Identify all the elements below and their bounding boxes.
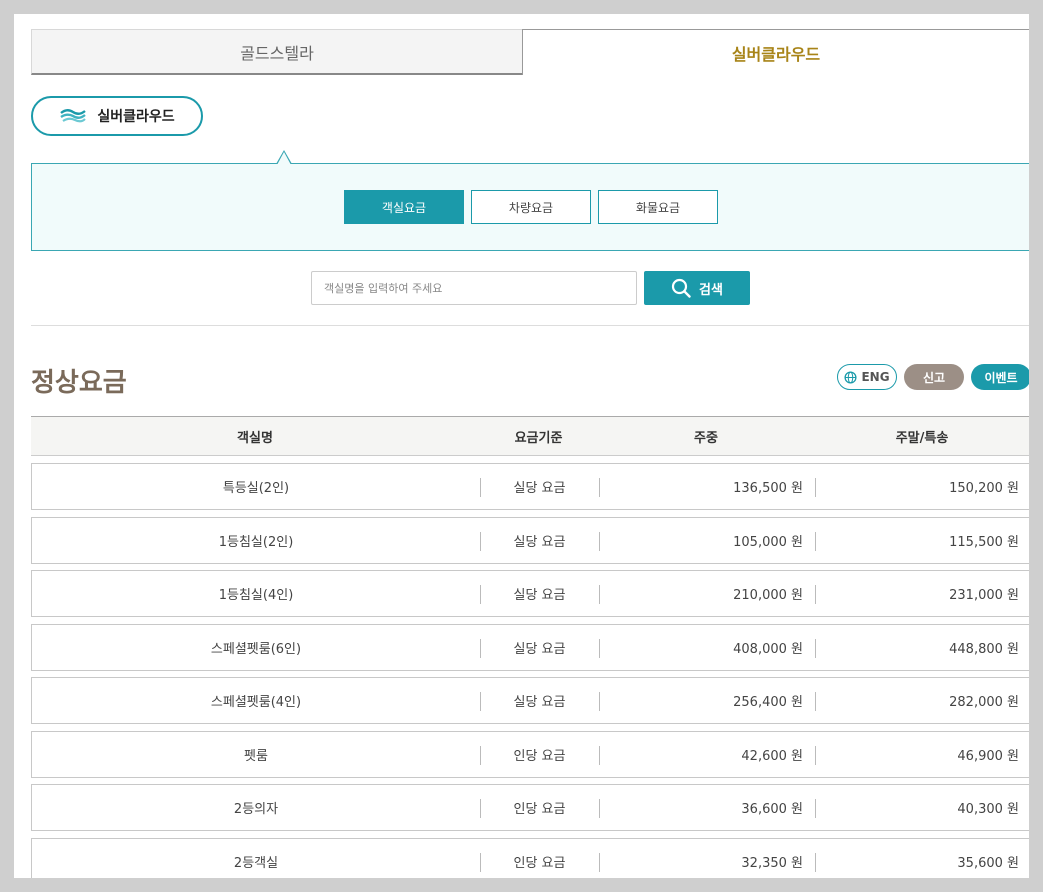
- weekday-price-cell: 36,600 원: [741, 802, 803, 817]
- weekday-price-cell: 42,600 원: [741, 748, 803, 764]
- room-name-cell: 1등침실(2인): [218, 534, 294, 550]
- fare-basis-cell: 실당 요금: [513, 588, 566, 603]
- room-name-cell: 특등실(2인): [222, 481, 290, 496]
- room-name-cell: 스페셜펫룸(4인): [210, 695, 302, 710]
- fare-basis-cell: 실당 요금: [513, 481, 566, 496]
- page: 골드스텔라 실버클라우드 실버클라우드 객실요금 차량요금 화물요금 객실명을 …: [14, 14, 1029, 878]
- wave-logo-icon: [60, 109, 87, 123]
- weekend-price-cell: 46,900 원: [957, 748, 1019, 764]
- room-name-cell: 2등객실: [233, 855, 279, 871]
- category-panel: 객실요금 차량요금 화물요금: [31, 163, 1029, 251]
- weekend-price-cell: 115,500 원: [949, 534, 1019, 550]
- room-name-cell: 스페셜펫룸(6인): [210, 641, 302, 657]
- table-row: 특등실(2인) 실당 요금 136,500 원 150,200 원: [31, 463, 1029, 510]
- tab-gold-stella[interactable]: 골드스텔라: [31, 29, 523, 75]
- weekend-price-cell: 231,000 원: [949, 588, 1019, 603]
- category-buttons: 객실요금 차량요금 화물요금: [344, 190, 718, 224]
- tab-silver-cloud[interactable]: 실버클라우드: [522, 29, 1029, 75]
- weekday-price-cell: 32,350 원: [741, 855, 803, 871]
- eng-label: ENG: [861, 370, 890, 384]
- weekday-price-cell: 136,500 원: [733, 481, 803, 496]
- header-weekend: 주말/특송: [895, 430, 949, 446]
- globe-icon: [844, 370, 857, 384]
- weekend-price-cell: 448,800 원: [949, 641, 1019, 657]
- fare-basis-cell: 실당 요금: [513, 641, 566, 657]
- table-row: 1등침실(2인) 실당 요금 105,000 원 115,500 원: [31, 516, 1029, 564]
- table-row: 2등의자 인당 요금 36,600 원 40,300 원: [31, 784, 1029, 831]
- fare-basis-cell: 인당 요금: [513, 855, 566, 871]
- ship-badge: 실버클라우드: [31, 96, 203, 136]
- fare-table-body: 특등실(2인) 실당 요금 136,500 원 150,200 원 1등침실(2인) 실당…: [31, 463, 1029, 878]
- search-button[interactable]: 검색: [644, 271, 750, 305]
- divider: [31, 325, 1029, 326]
- fare-basis-cell: 인당 요금: [513, 748, 566, 764]
- table-row: 스페셜펫룸(4인) 실당 요금 256,400 원 282,000 원: [31, 677, 1029, 724]
- weekday-price-cell: 105,000 원: [733, 534, 803, 550]
- room-name-cell: 2등의자: [233, 802, 279, 817]
- header-weekday: 주중: [694, 430, 718, 446]
- weekend-price-cell: 40,300 원: [957, 802, 1019, 817]
- search-icon: [671, 278, 691, 298]
- room-name-cell: 펫룸: [244, 748, 268, 764]
- room-name-cell: 1등침실(4인): [218, 588, 294, 603]
- report-button[interactable]: 신고: [904, 364, 964, 390]
- search-button-label: 검색: [699, 282, 723, 298]
- event-button[interactable]: 이벤트: [971, 364, 1029, 390]
- category-room-fare-button[interactable]: 객실요금: [344, 190, 464, 224]
- weekend-price-cell: 282,000 원: [949, 695, 1019, 710]
- fare-basis-cell: 인당 요금: [513, 802, 566, 817]
- weekend-price-cell: 35,600 원: [957, 855, 1019, 871]
- table-row: 1등침실(4인) 실당 요금 210,000 원 231,000 원: [31, 570, 1029, 617]
- panel-pointer-fill: [277, 152, 291, 165]
- header-room-name: 객실명: [237, 430, 273, 446]
- weekday-price-cell: 256,400 원: [733, 695, 803, 710]
- fare-basis-cell: 실당 요금: [513, 695, 566, 710]
- category-vehicle-fare-button[interactable]: 차량요금: [471, 190, 591, 224]
- table-row: 스페셜펫룸(6인) 실당 요금 408,000 원 448,800 원: [31, 623, 1029, 671]
- ship-tabs: 골드스텔라 실버클라우드: [31, 29, 1029, 75]
- eng-button[interactable]: ENG: [837, 364, 897, 390]
- weekday-price-cell: 408,000 원: [733, 641, 803, 657]
- page-title: 정상요금: [31, 368, 127, 398]
- ship-badge-label: 실버클라우드: [97, 109, 175, 125]
- header-fare-basis: 요금기준: [514, 430, 563, 446]
- fare-table-header: 객실명 요금기준 주중 주말/특송: [31, 416, 1029, 456]
- table-row: 2등객실 인당 요금 32,350 원 35,600 원: [31, 837, 1029, 878]
- search-input[interactable]: 객실명을 입력하여 주세요: [311, 271, 637, 305]
- fare-basis-cell: 실당 요금: [513, 534, 566, 550]
- weekday-price-cell: 210,000 원: [733, 588, 803, 603]
- table-row: 펫룸 인당 요금 42,600 원 46,900 원: [31, 730, 1029, 778]
- category-cargo-fare-button[interactable]: 화물요금: [598, 190, 718, 224]
- weekend-price-cell: 150,200 원: [949, 481, 1019, 496]
